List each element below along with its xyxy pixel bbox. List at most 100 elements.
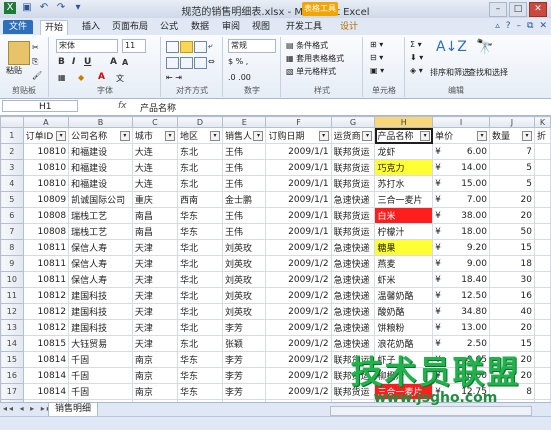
cell-company[interactable]: 大钰贸易 [68,335,133,352]
cell-region[interactable]: 华东 [176,367,223,384]
cell-ship[interactable]: 联邦货运 [330,383,376,400]
cell-product[interactable]: 酸奶酪 [374,303,434,320]
cell-date[interactable]: 2009/1/1 [265,159,332,176]
cell-date[interactable]: 2009/1/2 [265,287,332,304]
cell-qty[interactable]: 40 [488,303,535,320]
cell-product[interactable]: 饼粮粉 [374,319,434,336]
conditional-format-button[interactable]: ▤ 条件格式 [286,40,328,51]
insert-cells-icon[interactable]: ⊞ ▾ [370,40,383,49]
cell-price[interactable]: ¥ 34.80 [432,303,490,320]
cell-date[interactable]: 2009/1/2 [265,367,332,384]
cell-qty[interactable]: 20 [488,351,535,368]
cell-company[interactable]: 建国科技 [68,287,133,304]
cell-seller[interactable]: 王伟 [221,143,267,160]
cell-id[interactable]: 10812 [22,287,70,304]
cell-ship[interactable]: 联邦货运 [330,175,376,192]
cell-product[interactable]: 浪花奶酪 [374,335,434,352]
table-header-cell[interactable]: 产品名称 ▾ [374,127,434,144]
fx-button[interactable]: fx [118,101,127,111]
sheet-nav-arrows[interactable]: ◂◂ ◂ ▸ ▸▸ [3,404,53,413]
cell-discount[interactable] [533,191,551,208]
filter-dropdown-icon[interactable]: ▾ [119,131,130,141]
cell-company[interactable]: 和福建设 [68,143,133,160]
cell-ship[interactable]: 联邦货运 [330,367,376,384]
cell-seller[interactable]: 张颖 [221,335,267,352]
row-header[interactable]: 1 [0,127,24,144]
cell-company[interactable]: 建国科技 [68,303,133,320]
cell-id[interactable]: 10814 [22,351,70,368]
row-header[interactable]: 14 [0,335,24,352]
cell-discount[interactable] [533,207,551,224]
cell-qty[interactable]: 5 [488,159,535,176]
fill-color-icon[interactable]: ◆ [78,73,84,82]
cell-ship[interactable]: 联邦货运 [330,223,376,240]
decimal-icon[interactable]: .0 .00 [228,73,251,82]
cut-icon[interactable]: ✂ [32,43,39,52]
cell-id[interactable]: 10815 [22,335,70,352]
cell-price[interactable]: ¥ 9.65 [432,351,490,368]
table-header-cell[interactable]: 数量 ▾ [488,127,535,144]
cell-seller[interactable]: 李芳 [221,383,267,400]
row-header[interactable]: 16 [0,367,24,384]
column-header[interactable]: J [488,116,535,128]
table-header-cell[interactable]: 城市 ▾ [131,127,178,144]
cell-product[interactable]: 三合一麦片 [374,191,434,208]
cell-id[interactable]: 10811 [22,255,70,272]
cell-price[interactable]: ¥ 9.20 [432,239,490,256]
cell-qty[interactable]: 8 [488,383,535,400]
cell-date[interactable]: 2009/1/2 [265,383,332,400]
shrink-font-icon[interactable]: A [122,58,128,67]
worksheet-grid[interactable]: ABCDEFGHIJK 1 订单ID ▾ 公司名称 ▾ 城市 ▾ 地区 ▾ 销售人 ▾ 订购日期 ▾ 运… [0,116,551,402]
underline-button[interactable]: U [84,57,91,67]
cell-id[interactable]: 10810 [22,143,70,160]
number-format-select[interactable]: 常规 [228,39,276,53]
cell-id[interactable]: 10812 [22,319,70,336]
cell-city[interactable]: 南京 [131,367,178,384]
cell-qty[interactable]: 15 [488,335,535,352]
find-select-button[interactable]: 查找和选择 [468,67,508,78]
cell-qty[interactable]: 5 [488,175,535,192]
row-header[interactable]: 3 [0,159,24,176]
cell-product[interactable]: 三合一麦片 [374,383,434,400]
cell-id[interactable]: 10814 [22,367,70,384]
align-top-icon[interactable] [166,41,179,53]
horizontal-scrollbar[interactable] [330,406,532,416]
cell-discount[interactable] [533,367,551,384]
cell-company[interactable]: 凯诚国际公司 [68,191,133,208]
help-icon[interactable]: ? [506,21,511,31]
cell-date[interactable]: 2009/1/1 [265,175,332,192]
cell-date[interactable]: 2009/1/2 [265,255,332,272]
maximize-icon[interactable]: □ [509,2,527,17]
cell-ship[interactable]: 急速快递 [330,287,376,304]
filter-dropdown-icon[interactable]: ▾ [420,131,431,141]
row-header[interactable]: 13 [0,319,24,336]
sheet-tab[interactable]: 销售明细 [48,403,99,417]
select-all-corner[interactable] [0,116,24,128]
cell-company[interactable]: 瑞栈工艺 [68,223,133,240]
cell-region[interactable]: 华北 [176,239,223,256]
cell-city[interactable]: 天津 [131,303,178,320]
row-header[interactable]: 10 [0,271,24,288]
cell-discount[interactable] [533,383,551,400]
tab-file[interactable]: 文件 [3,20,33,34]
cell-region[interactable]: 华北 [176,287,223,304]
cell-ship[interactable]: 急速快递 [330,239,376,256]
copy-icon[interactable]: ⎘ [32,57,38,67]
cell-date[interactable]: 2009/1/1 [265,207,332,224]
cell-styles-button[interactable]: ▧ 单元格样式 [286,66,336,77]
cell-seller[interactable]: 刘英玫 [221,287,267,304]
borders-icon[interactable]: ▦ [58,73,66,82]
cell-date[interactable]: 2009/1/2 [265,303,332,320]
cell-product[interactable]: 龙虾 [374,143,434,160]
cell-id[interactable]: 10814 [22,383,70,400]
cell-city[interactable]: 大连 [131,143,178,160]
cell-region[interactable]: 华东 [176,223,223,240]
cell-qty[interactable]: 7 [488,143,535,160]
cell-region[interactable]: 东北 [176,175,223,192]
cell-discount[interactable] [533,319,551,336]
cell-seller[interactable]: 王伟 [221,207,267,224]
tab-data[interactable]: 数据 [191,20,209,34]
cell-id[interactable]: 10810 [22,175,70,192]
cell-company[interactable]: 千固 [68,383,133,400]
italic-button[interactable]: I [72,57,75,67]
